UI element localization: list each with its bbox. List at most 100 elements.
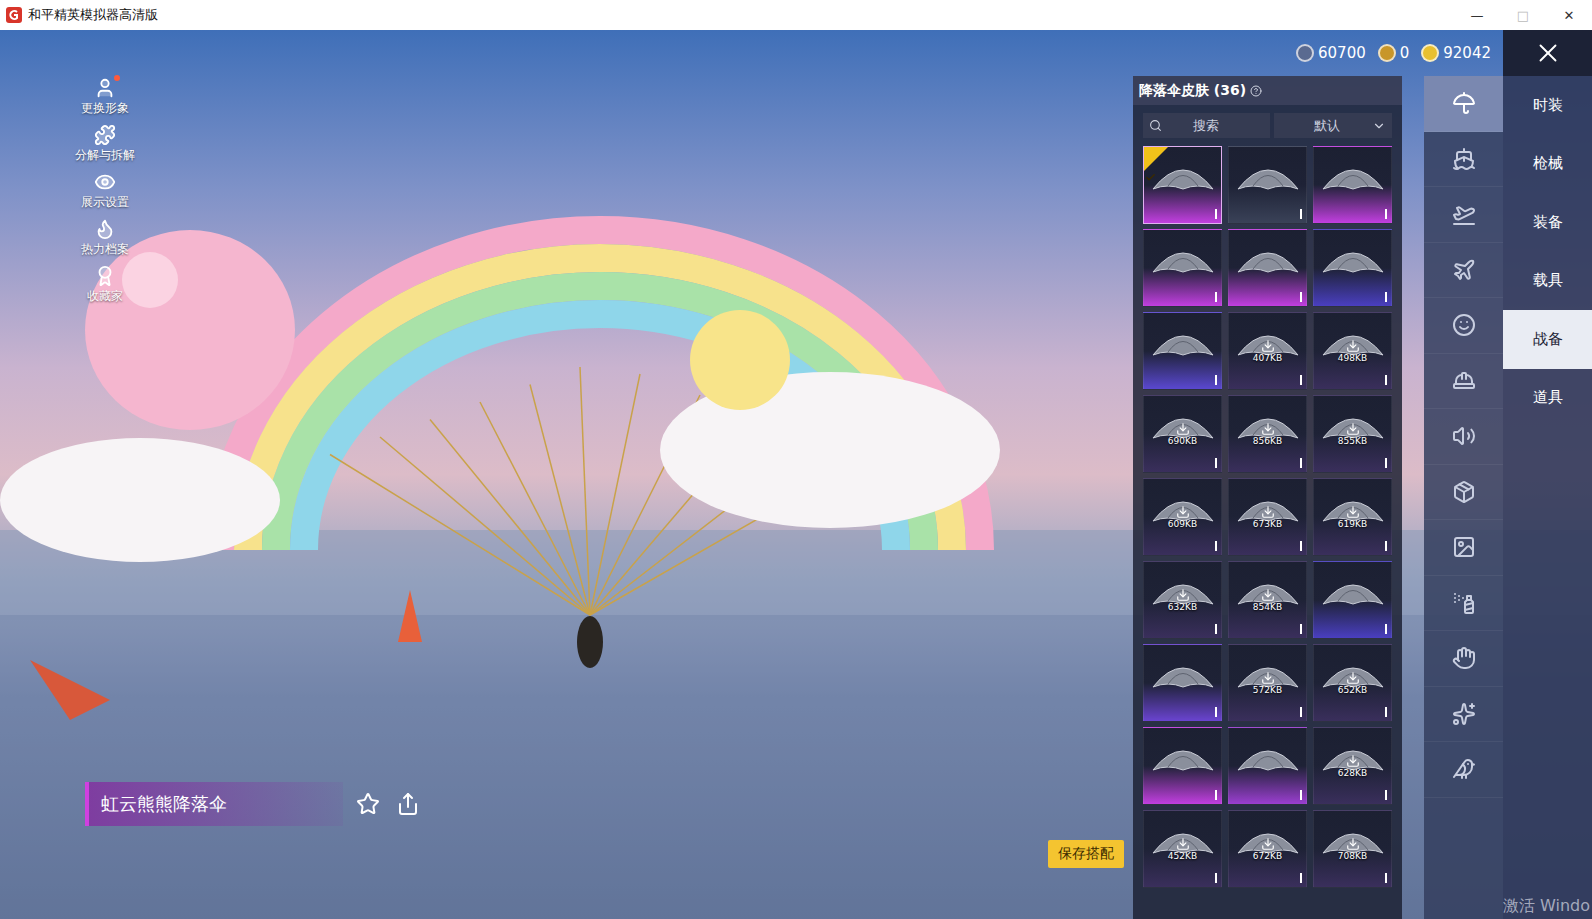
category-item[interactable]	[1424, 354, 1503, 410]
speaker-icon	[1452, 424, 1476, 448]
panel-header: 降落伞皮肤 (36)	[1133, 76, 1402, 105]
category-item[interactable]	[1424, 243, 1503, 299]
side-menu-item[interactable]: 分解与拆解	[75, 123, 135, 164]
tile-mark	[1215, 873, 1217, 883]
skin-tile[interactable]	[1228, 229, 1307, 307]
search-field[interactable]: 搜索	[1143, 113, 1270, 138]
skin-tile[interactable]: 498KB	[1313, 312, 1392, 390]
skin-tile[interactable]: 652KB	[1313, 644, 1392, 722]
category-item[interactable]	[1424, 409, 1503, 465]
download-badge: 498KB	[1314, 313, 1391, 389]
skin-tile[interactable]: 690KB	[1143, 395, 1222, 473]
skin-tile[interactable]: 407KB	[1228, 312, 1307, 390]
download-size: 690KB	[1168, 436, 1197, 446]
category-item[interactable]	[1424, 742, 1503, 798]
plane-icon	[1452, 258, 1476, 282]
download-icon	[1261, 422, 1275, 436]
skin-tile[interactable]: 673KB	[1228, 478, 1307, 556]
category-item[interactable]	[1424, 465, 1503, 521]
emulator-window: 和平精英模拟器高清版—□✕60700092042更换形象分解与拆解展示设置热力档…	[0, 0, 1592, 919]
currency: 60700	[1296, 44, 1366, 62]
tile-mark	[1215, 624, 1217, 634]
side-menu-item[interactable]: 展示设置	[81, 170, 129, 211]
skin-tile[interactable]	[1313, 229, 1392, 307]
category-item[interactable]	[1424, 576, 1503, 632]
category-item[interactable]	[1424, 187, 1503, 243]
category-item[interactable]	[1424, 520, 1503, 576]
download-size: 855KB	[1338, 436, 1367, 446]
collector-icon	[94, 265, 116, 287]
side-menu-item[interactable]: 热力档案	[81, 217, 129, 258]
tile-mark	[1215, 209, 1217, 219]
download-badge: 708KB	[1314, 811, 1391, 887]
download-badge: 609KB	[1144, 479, 1221, 555]
share-button[interactable]	[393, 789, 423, 819]
download-size: 854KB	[1253, 602, 1282, 612]
tab[interactable]: 装备	[1503, 193, 1592, 252]
window-control-button[interactable]: ✕	[1546, 0, 1592, 30]
side-menu-item[interactable]: 收藏家	[87, 264, 123, 305]
skin-tile[interactable]: 452KB	[1143, 810, 1222, 888]
side-menu-label: 展示设置	[81, 194, 129, 211]
skin-grid: 407KB498KB 690KB 856KB 855KB 609KB 673KB619KB…	[1133, 143, 1402, 891]
boat-icon	[1452, 147, 1476, 171]
favorite-button[interactable]	[353, 789, 383, 819]
tile-mark	[1215, 790, 1217, 800]
skin-tile[interactable]: 855KB	[1313, 395, 1392, 473]
skin-tile[interactable]: 628KB	[1313, 727, 1392, 805]
skin-tile[interactable]	[1143, 644, 1222, 722]
download-size: 652KB	[1338, 685, 1367, 695]
skin-tile[interactable]: 672KB	[1228, 810, 1307, 888]
category-item[interactable]	[1424, 298, 1503, 354]
tab[interactable]: 枪械	[1503, 135, 1592, 194]
tile-mark	[1215, 541, 1217, 551]
download-badge: 452KB	[1144, 811, 1221, 887]
skin-tile[interactable]: 708KB	[1313, 810, 1392, 888]
side-menu-item[interactable]: 更换形象	[81, 76, 129, 117]
sort-dropdown[interactable]: 默认	[1274, 113, 1392, 138]
download-badge: 652KB	[1314, 645, 1391, 721]
category-item[interactable]	[1424, 687, 1503, 743]
skin-tile[interactable]	[1313, 146, 1392, 224]
skin-tile[interactable]	[1313, 561, 1392, 639]
window-control-button[interactable]: —	[1454, 0, 1500, 30]
tab[interactable]: 载具	[1503, 252, 1592, 311]
skin-tile[interactable]: 609KB	[1143, 478, 1222, 556]
skin-tile[interactable]: 854KB	[1228, 561, 1307, 639]
tile-mark	[1385, 624, 1387, 634]
tab[interactable]: 战备	[1503, 310, 1592, 369]
tile-mark	[1300, 790, 1302, 800]
side-menu: 更换形象分解与拆解展示设置热力档案收藏家	[60, 76, 150, 305]
tile-mark	[1385, 458, 1387, 468]
category-item[interactable]	[1424, 631, 1503, 687]
tab[interactable]: 时装	[1503, 76, 1592, 135]
parachute-icon	[1318, 238, 1388, 298]
side-menu-label: 收藏家	[87, 288, 123, 305]
tab[interactable]: 道具	[1503, 369, 1592, 428]
skin-tile[interactable]	[1143, 727, 1222, 805]
search-row: 搜索默认	[1133, 105, 1402, 143]
skin-tile[interactable]: 572KB	[1228, 644, 1307, 722]
category-item[interactable]	[1424, 132, 1503, 188]
skin-tile[interactable]	[1228, 727, 1307, 805]
tile-mark	[1385, 209, 1387, 219]
help-icon[interactable]	[1250, 85, 1262, 97]
skin-tile[interactable]: 856KB	[1228, 395, 1307, 473]
coin-icon	[1421, 44, 1439, 62]
download-icon	[1176, 837, 1190, 851]
save-button[interactable]: 保存搭配	[1048, 840, 1124, 868]
close-button[interactable]	[1503, 30, 1592, 76]
download-size: 609KB	[1168, 519, 1197, 529]
download-icon	[1176, 588, 1190, 602]
skin-tile[interactable]	[1228, 146, 1307, 224]
skin-tile[interactable]: 632KB	[1143, 561, 1222, 639]
parachute-icon	[1233, 238, 1303, 298]
window-control-button[interactable]: □	[1500, 0, 1546, 30]
category-column	[1424, 76, 1503, 919]
skin-tile[interactable]	[1143, 229, 1222, 307]
category-item[interactable]	[1424, 76, 1503, 132]
box-icon	[1452, 480, 1476, 504]
skin-tile[interactable]: 619KB	[1313, 478, 1392, 556]
skin-tile[interactable]	[1143, 146, 1222, 224]
skin-tile[interactable]	[1143, 312, 1222, 390]
